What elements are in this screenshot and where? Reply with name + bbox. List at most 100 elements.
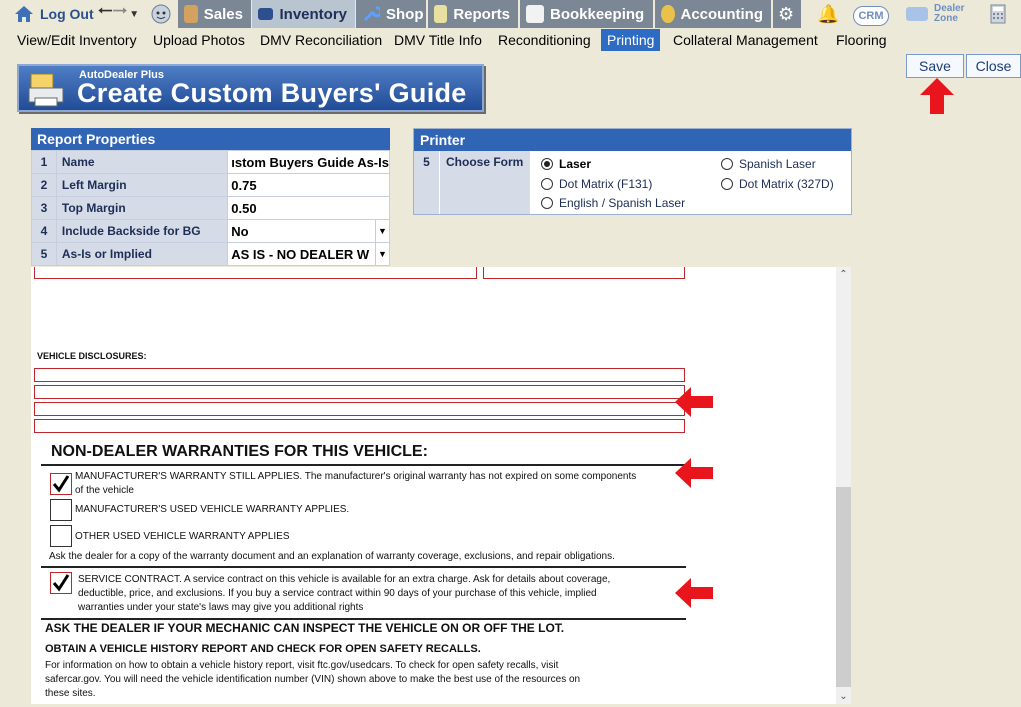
history-info-line-1: For information on how to obtain a vehic… [45,660,559,671]
save-button[interactable]: Save [906,54,964,78]
other-used-warranty-text: OTHER USED VEHICLE WARRANTY APPLIES [75,531,290,542]
book-icon [526,5,544,23]
document-scrollbar[interactable]: ⌃ ⌄ [836,267,851,704]
nav-bookkeeping[interactable]: Bookkeeping [520,0,653,28]
forward-arrow-icon[interactable]: 🠂 [113,0,128,29]
mfr-used-warranty-checkbox[interactable] [50,499,72,521]
calculator-icon[interactable] [990,0,1006,28]
nav-shop[interactable]: Shop [356,0,426,28]
non-dealer-warranties-heading: NON-DEALER WARRANTIES FOR THIS VEHICLE: [51,443,428,460]
scroll-down-icon[interactable]: ⌄ [836,691,851,702]
history-info-text: For information on how to obtain a vehic… [45,659,655,701]
reports-icon [434,5,448,23]
nav-bookkeeping-label: Bookkeeping [550,5,645,23]
radio-dot-matrix-f131[interactable]: Dot Matrix (F131) [541,177,652,191]
disclosure-line-3[interactable] [34,402,685,416]
home-icon [15,6,33,22]
page-banner: AutoDealer Plus Create Custom Buyers' Gu… [17,64,484,112]
annotation-arrow-icon [675,387,713,417]
radio-spanish-laser-label: Spanish Laser [739,157,816,171]
scroll-thumb[interactable] [836,487,851,687]
field-box[interactable] [34,267,477,279]
tab-view-edit-inventory[interactable]: View/Edit Inventory [17,29,137,51]
other-used-warranty-checkbox[interactable] [50,525,72,547]
tab-reconditioning[interactable]: Reconditioning [498,29,591,51]
field-box[interactable] [483,267,685,279]
row-number: 4 [31,219,57,243]
chevron-down-icon[interactable]: ▼ [375,220,389,242]
radio-dot-matrix-327d[interactable]: Dot Matrix (327D) [721,177,834,191]
mfr-warranty-checkbox[interactable] [50,473,72,495]
nav-reports[interactable]: Reports [428,0,518,28]
radio-english-spanish-laser[interactable]: English / Spanish Laser [541,196,685,210]
nav-accounting-label: Accounting [680,5,764,23]
as-is-implied-select[interactable]: AS IS - NO DEALER W ▼ [227,242,390,266]
tab-collateral-management[interactable]: Collateral Management [673,29,818,51]
row-number: 3 [31,196,57,220]
logout-link[interactable]: Log Out [14,0,94,28]
ask-mechanic-text: ASK THE DEALER IF YOUR MECHANIC CAN INSP… [45,621,565,635]
back-forward-nav[interactable]: 🠀 🠂 ▼ [98,0,139,28]
disclosure-line-4[interactable] [34,419,685,433]
tab-printing[interactable]: Printing [601,29,661,51]
nav-inventory[interactable]: Inventory [252,0,355,28]
service-contract-checkbox[interactable] [50,572,72,594]
mfr-used-warranty-text: MANUFACTURER'S USED VEHICLE WARRANTY APP… [75,504,350,515]
chevron-down-icon[interactable]: ▼ [129,9,139,20]
mfr-warranty-text: MANUFACTURER'S WARRANTY STILL APPLIES. T… [75,470,680,498]
top-margin-input[interactable]: 0.50 [227,196,390,220]
history-info-line-3: these sites. [45,688,96,699]
logout-label: Log Out [40,6,94,22]
left-margin-input[interactable]: 0.75 [227,173,390,197]
crm-button[interactable]: CRM [853,0,889,28]
tab-flooring[interactable]: Flooring [836,29,887,51]
nav-accounting[interactable]: Accounting [655,0,771,28]
radio-laser[interactable]: Laser [541,157,591,171]
divider [41,566,686,568]
nav-shop-label: Shop [386,5,424,23]
save-arrow-icon [920,78,954,114]
divider [41,464,686,466]
as-is-implied-value: AS IS - NO DEALER W [231,246,370,262]
printer-icon [28,73,64,107]
table-row: 3 Top Margin 0.50 [31,196,390,220]
name-input[interactable]: ıstom Buyers Guide As-Is [227,150,390,174]
scroll-up-icon[interactable]: ⌃ [836,269,851,280]
nav-sales[interactable]: Sales [178,0,251,28]
include-backside-value: No [231,223,249,239]
disclosure-line-2[interactable] [34,385,685,399]
dealer-zone-button[interactable]: Dealer Zone [906,0,965,28]
dealer-zone-label-line2: Zone [934,13,958,24]
pie-chart-icon [661,5,675,23]
service-contract-line-1: SERVICE CONTRACT. A service contract on … [78,574,611,585]
bell-icon[interactable]: 🔔 [817,0,839,28]
report-properties-title: Report Properties [31,128,390,150]
radio-spanish-laser[interactable]: Spanish Laser [721,157,816,171]
include-backside-select[interactable]: No ▼ [227,219,390,243]
checkmark-icon [52,475,70,493]
tab-dmv-reconciliation[interactable]: DMV Reconciliation [260,29,382,51]
radio-icon [721,178,733,190]
table-row: 4 Include Backside for BG No ▼ [31,219,390,243]
buyers-guide-preview[interactable]: VEHICLE DISCLOSURES: NON-DEALER WARRANTI… [31,267,851,704]
chevron-down-icon[interactable]: ▼ [375,243,389,265]
service-contract-text: SERVICE CONTRACT. A service contract on … [78,573,678,615]
top-navigation: Log Out 🠀 🠂 ▼ Sales Inventory Shop Reports… [0,0,1021,28]
checkmark-icon [52,574,70,592]
nav-sales-label: Sales [203,5,243,23]
disclosure-line-1[interactable] [34,368,685,382]
table-row: 2 Left Margin 0.75 [31,173,390,197]
service-contract-line-2: deductible, price, and exclusions. If yo… [78,588,597,599]
settings-button[interactable]: ⚙ [773,0,801,28]
tab-upload-photos[interactable]: Upload Photos [153,29,245,51]
row-number: 5 [414,151,439,214]
support-icon[interactable] [150,0,172,28]
back-arrow-icon[interactable]: 🠀 [98,0,113,29]
left-margin-label: Left Margin [55,173,229,197]
top-margin-label: Top Margin [55,196,229,220]
radio-dot-matrix-327d-label: Dot Matrix (327D) [739,177,834,191]
dealer-zone-icon [906,7,928,21]
radio-laser-label: Laser [559,157,592,171]
tab-dmv-title-info[interactable]: DMV Title Info [394,29,482,51]
close-button[interactable]: Close [966,54,1021,78]
